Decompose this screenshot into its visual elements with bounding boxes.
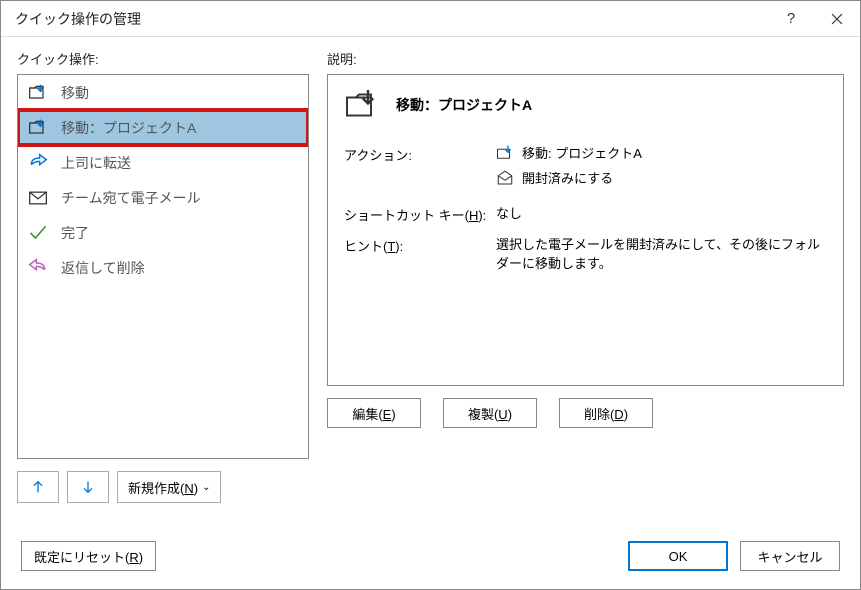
ok-button[interactable]: OK [628,541,728,571]
duplicate-button[interactable]: 複製(U) [443,398,537,428]
arrow-up-icon [30,479,46,495]
list-item-label: チーム宛て電子メール [61,188,201,208]
action-text: 移動: プロジェクトA [522,143,642,162]
titlebar: クイック操作の管理 ? [1,1,860,37]
list-item-label: 上司に転送 [61,153,131,173]
hint-value: 選択した電子メールを開封済みにして、その後にフォルダーに移動します。 [496,234,827,272]
detail-header: 移動：プロジェクトA [344,87,827,123]
shortcut-label: ショートカット キー(H): [344,203,496,224]
action-mark-read: 開封済みにする [496,168,827,187]
hint-label: ヒント(T): [344,234,496,255]
content-area: クイック操作: 移動 移動：プロジェクトA [1,37,860,589]
delete-button[interactable]: 削除(D) [559,398,653,428]
list-item-move[interactable]: 移動 [18,75,308,110]
envelope-icon [27,187,49,209]
move-down-button[interactable] [67,471,109,503]
close-button[interactable] [814,1,860,36]
shortcut-value: なし [496,203,827,222]
actions-value: 移動: プロジェクトA 開封済みにする [496,143,827,193]
list-item-label: 移動 [61,83,89,103]
right-pane: 説明: 移動：プロジェクトA アクション: 移動: プロジェク [327,49,844,503]
detail-row-hint: ヒント(T): 選択した電子メールを開封済みにして、その後にフォルダーに移動しま… [344,234,827,272]
new-quickstep-button[interactable]: 新規作成(N) ⌄ [117,471,221,503]
close-icon [831,13,843,25]
dialog-window: クイック操作の管理 ? クイック操作: 移動 [0,0,861,590]
detail-title: 移動：プロジェクトA [396,95,532,115]
move-folder-icon [27,82,49,104]
list-item-team-email[interactable]: チーム宛て電子メール [18,180,308,215]
move-folder-blue-icon [496,144,514,162]
list-item-wrapper-selected: 移動：プロジェクトA [18,110,308,145]
left-controls: 新規作成(N) ⌄ [17,471,309,503]
reply-undo-icon [27,257,49,279]
new-button-label: 新規作成(N) [128,478,198,497]
action-text: 開封済みにする [522,168,613,187]
detail-buttons: 編集(E) 複製(U) 削除(D) [327,398,844,428]
list-item-label: 完了 [61,223,89,243]
detail-row-shortcut: ショートカット キー(H): なし [344,203,827,224]
arrow-down-icon [80,479,96,495]
detail-row-actions: アクション: 移動: プロジェクトA 開封済みにする [344,143,827,193]
detail-box: 移動：プロジェクトA アクション: 移動: プロジェクトA 開封済みにする [327,74,844,386]
list-item-label: 移動：プロジェクトA [61,118,196,138]
main-area: クイック操作: 移動 移動：プロジェクトA [1,37,860,503]
move-folder-icon [27,117,49,139]
footer: 既定にリセット(R) OK キャンセル [1,541,860,589]
edit-button[interactable]: 編集(E) [327,398,421,428]
quicksteps-list[interactable]: 移動 移動：プロジェクトA [17,74,309,459]
reset-defaults-button[interactable]: 既定にリセット(R) [21,541,156,571]
list-item-reply-delete[interactable]: 返信して削除 [18,250,308,285]
checkmark-icon [27,222,49,244]
window-title: クイック操作の管理 [15,9,768,29]
move-up-button[interactable] [17,471,59,503]
list-item-move-project-a[interactable]: 移動：プロジェクトA [18,110,308,145]
description-label: 説明: [327,49,844,68]
left-pane: クイック操作: 移動 移動：プロジェクトA [17,49,309,503]
help-button[interactable]: ? [768,1,814,36]
footer-right: OK キャンセル [628,541,840,571]
move-folder-large-icon [344,87,380,123]
quicksteps-label: クイック操作: [17,49,309,68]
chevron-down-icon: ⌄ [202,482,210,493]
cancel-button[interactable]: キャンセル [740,541,840,571]
titlebar-buttons: ? [768,1,860,36]
list-item-done[interactable]: 完了 [18,215,308,250]
actions-label: アクション: [344,143,496,164]
list-item-label: 返信して削除 [61,258,145,278]
action-move: 移動: プロジェクトA [496,143,827,162]
envelope-open-icon [496,169,514,187]
list-item-forward-boss[interactable]: 上司に転送 [18,145,308,180]
forward-arrow-icon [27,152,49,174]
